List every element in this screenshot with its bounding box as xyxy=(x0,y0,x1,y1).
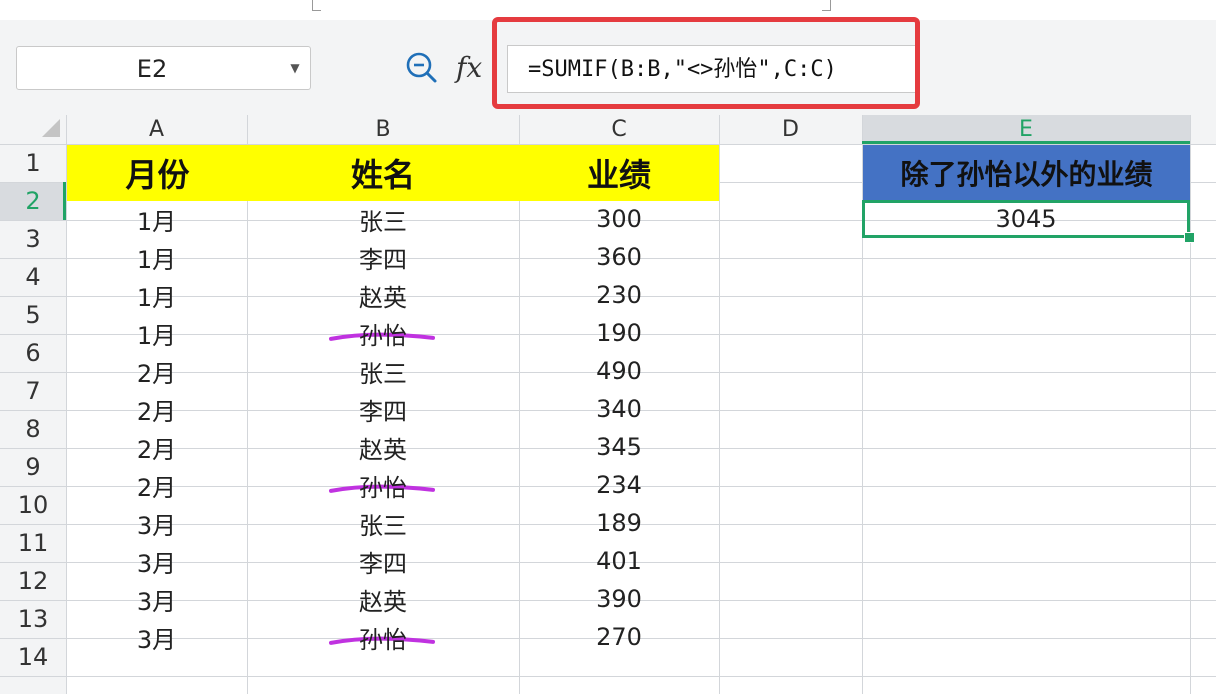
row-header-11[interactable]: 11 xyxy=(0,524,66,562)
data-cell-name[interactable]: 孙怡 xyxy=(247,314,519,352)
data-cell-month[interactable]: 1月 xyxy=(66,314,247,352)
data-cell-month[interactable]: 2月 xyxy=(66,352,247,390)
data-cell-sales[interactable]: 189 xyxy=(519,504,719,542)
data-cell-sales[interactable]: 190 xyxy=(519,314,719,352)
header-cell-month[interactable]: 月份 xyxy=(67,145,248,201)
row-header-4[interactable]: 4 xyxy=(0,258,66,296)
row-header-1[interactable]: 1 xyxy=(0,144,66,182)
data-cell-sales[interactable]: 490 xyxy=(519,352,719,390)
row-header-13[interactable]: 13 xyxy=(0,600,66,638)
row-header-9[interactable]: 9 xyxy=(0,448,66,486)
data-cell-sales[interactable]: 300 xyxy=(519,200,719,238)
name-box-value[interactable]: E2 xyxy=(17,47,287,91)
row-header-3[interactable]: 3 xyxy=(0,220,66,258)
result-cell[interactable]: 3045 xyxy=(862,200,1190,238)
data-cell-name[interactable]: 孙怡 xyxy=(247,618,519,656)
caret-down-icon[interactable]: ▼ xyxy=(288,57,302,79)
data-cell-sales[interactable]: 390 xyxy=(519,580,719,618)
row-header-10[interactable]: 10 xyxy=(0,486,66,524)
row-header-7[interactable]: 7 xyxy=(0,372,66,410)
data-cell-month[interactable]: 2月 xyxy=(66,428,247,466)
data-cell-month[interactable]: 3月 xyxy=(66,542,247,580)
data-cell-month[interactable]: 1月 xyxy=(66,276,247,314)
row-header-14[interactable]: 14 xyxy=(0,638,66,676)
ribbon-divider xyxy=(822,0,831,11)
column-header-b[interactable]: B xyxy=(247,115,519,144)
formula-highlight-annotation xyxy=(492,17,920,109)
data-cell-sales[interactable]: 340 xyxy=(519,390,719,428)
data-cell-name[interactable]: 赵英 xyxy=(247,580,519,618)
data-cell-sales[interactable]: 234 xyxy=(519,466,719,504)
data-cell-name[interactable]: 李四 xyxy=(247,238,519,276)
data-cell-name[interactable]: 张三 xyxy=(247,352,519,390)
data-cell-month[interactable]: 3月 xyxy=(66,618,247,656)
insert-function-button[interactable]: fx xyxy=(456,50,482,86)
row-header-12[interactable]: 12 xyxy=(0,562,66,600)
data-cell-month[interactable]: 1月 xyxy=(66,200,247,238)
data-cell-month[interactable]: 3月 xyxy=(66,580,247,618)
name-box[interactable]: E2 ▼ xyxy=(16,46,311,90)
data-cell-name[interactable]: 赵英 xyxy=(247,428,519,466)
data-cell-name[interactable]: 赵英 xyxy=(247,276,519,314)
column-header-c[interactable]: C xyxy=(519,115,719,144)
row-header-2[interactable]: 2 xyxy=(0,182,66,220)
data-cell-month[interactable]: 2月 xyxy=(66,466,247,504)
data-cell-name[interactable]: 李四 xyxy=(247,390,519,428)
header-cell-result[interactable]: 除了孙怡以外的业绩 xyxy=(863,145,1190,201)
header-cell-sales[interactable]: 业绩 xyxy=(519,145,719,201)
data-cell-month[interactable]: 2月 xyxy=(66,390,247,428)
spreadsheet-grid[interactable]: A B C D E 1 2 3 4 5 6 7 8 9 10 11 12 13 14 月份 姓名 业绩 除了孙怡以外的业绩 3… xyxy=(0,115,1216,694)
data-cell-sales[interactable]: 360 xyxy=(519,238,719,276)
row-header-5[interactable]: 5 xyxy=(0,296,66,334)
column-header-a[interactable]: A xyxy=(66,115,247,144)
data-cell-sales[interactable]: 345 xyxy=(519,428,719,466)
row-header-6[interactable]: 6 xyxy=(0,334,66,372)
header-cell-name[interactable]: 姓名 xyxy=(247,145,519,201)
data-cell-sales[interactable]: 401 xyxy=(519,542,719,580)
data-cell-sales[interactable]: 230 xyxy=(519,276,719,314)
fill-handle[interactable] xyxy=(1184,232,1195,243)
data-cell-sales[interactable]: 270 xyxy=(519,618,719,656)
data-cell-name[interactable]: 李四 xyxy=(247,542,519,580)
column-header-d[interactable]: D xyxy=(719,115,862,144)
data-cell-month[interactable]: 1月 xyxy=(66,238,247,276)
data-cell-name[interactable]: 孙怡 xyxy=(247,466,519,504)
ribbon-divider xyxy=(312,0,321,11)
data-cell-name[interactable]: 张三 xyxy=(247,504,519,542)
column-header-e[interactable]: E xyxy=(862,115,1190,144)
zoom-out-icon[interactable] xyxy=(404,50,438,84)
row-header-8[interactable]: 8 xyxy=(0,410,66,448)
data-cell-month[interactable]: 3月 xyxy=(66,504,247,542)
data-cell-name[interactable]: 张三 xyxy=(247,200,519,238)
